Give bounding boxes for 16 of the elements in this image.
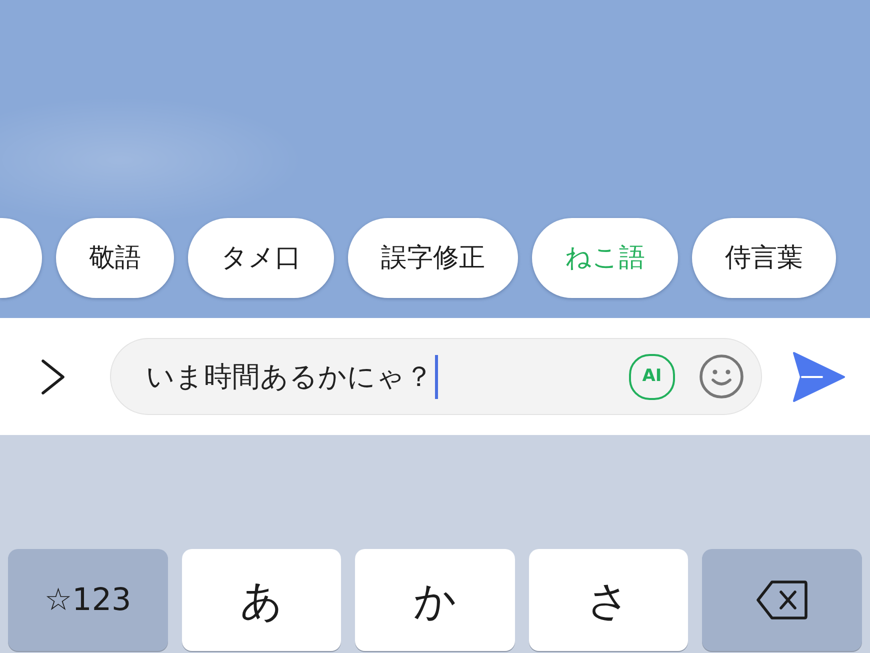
suggestion-chip[interactable]: タメ口 [188,218,334,298]
chevron-right-icon[interactable] [40,358,66,394]
kana-key[interactable]: か [355,549,515,651]
emoji-icon[interactable] [699,354,744,399]
message-text: いま時間あるかにゃ？ [146,358,433,394]
kana-key[interactable]: さ [528,549,688,651]
suggestion-chip[interactable] [0,218,42,298]
delete-key[interactable] [702,549,862,651]
suggestion-chip[interactable]: 侍言葉 [692,218,836,298]
kana-key[interactable]: あ [182,549,342,651]
suggestion-chip[interactable]: 誤字修正 [348,218,518,298]
send-icon[interactable] [792,352,845,402]
message-field[interactable]: いま時間あるかにゃ？ AI [110,338,762,415]
mode-key[interactable]: ☆123 [8,549,168,651]
suggestion-chip[interactable]: 敬語 [56,218,174,298]
backspace-icon [756,580,808,620]
